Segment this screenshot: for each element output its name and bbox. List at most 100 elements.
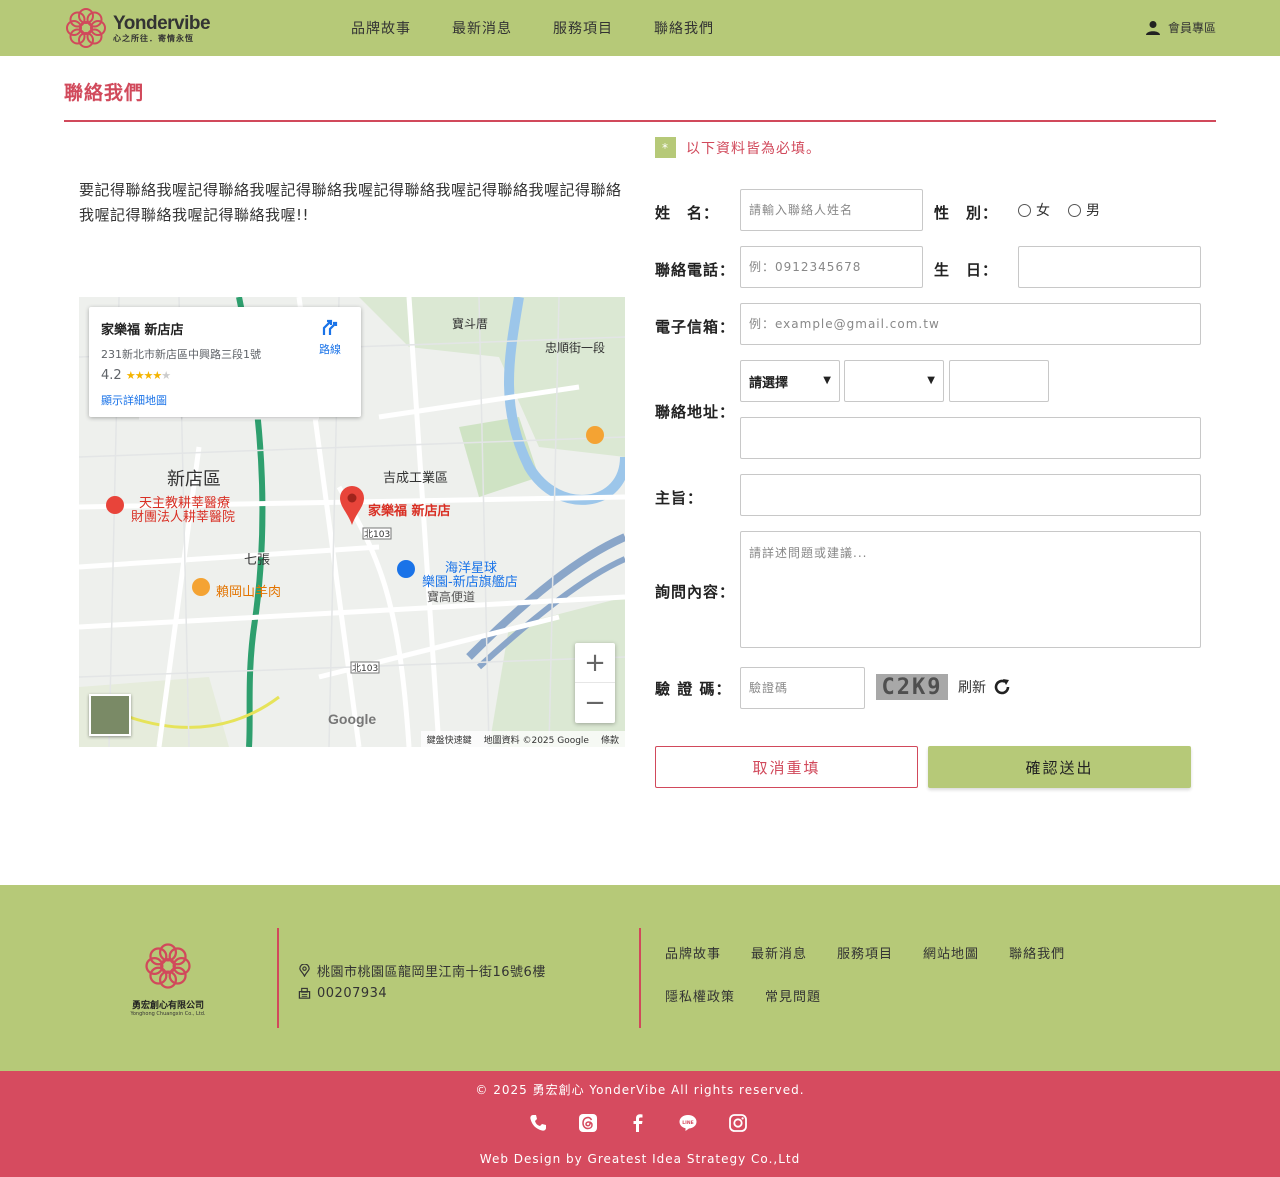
nav-services[interactable]: 服務項目 [553, 18, 613, 38]
message-textarea[interactable] [740, 531, 1201, 648]
required-note-text: 以下資料皆為必填。 [686, 140, 821, 157]
logo-name: Yondervibe [113, 12, 211, 34]
footer-tax-id: 00207934 [317, 986, 388, 1001]
place-rating: 4.2 ★★★★★ [101, 368, 349, 383]
footer-company-name-en: Yonghong Chuangxin Co., Ltd. [130, 1011, 206, 1017]
page-title: 聯絡我們 [64, 82, 145, 104]
place-address: 231新北市新店區中興路三段1號 [101, 348, 261, 361]
captcha-input[interactable] [740, 667, 865, 709]
zoom-out-button[interactable]: − [575, 683, 615, 723]
map-label: 財團法人耕莘醫院 [131, 510, 236, 525]
threads-link[interactable] [578, 1113, 598, 1133]
chevron-down-icon: ▼ [823, 375, 831, 386]
footer-link-services[interactable]: 服務項目 [837, 943, 893, 986]
directions-label: 路線 [319, 343, 341, 356]
refresh-label: 刷新 [958, 680, 986, 696]
google-logo: Google [328, 711, 377, 727]
map-label: 寶斗厝 [452, 317, 489, 331]
name-input[interactable] [740, 189, 923, 231]
footer-link-contact[interactable]: 聯絡我們 [1009, 943, 1065, 986]
map-label: 寶高便道 [427, 590, 476, 604]
member-area-link[interactable]: 會員專區 [1145, 19, 1216, 36]
phone-icon [530, 1115, 546, 1131]
footer-link-faq[interactable]: 常見問題 [765, 986, 821, 1029]
phone-link[interactable] [528, 1113, 548, 1133]
gender-radio-group: 女 男 [1018, 200, 1118, 220]
address-label: 聯絡地址： [655, 403, 736, 421]
line-link[interactable]: LINE [678, 1113, 698, 1133]
terms-link[interactable]: 條款 [601, 733, 619, 746]
location-pin-icon [299, 964, 310, 977]
footer-divider [639, 928, 641, 1028]
map-label: 七張 [244, 553, 271, 568]
submit-button[interactable]: 確認送出 [928, 746, 1191, 788]
footer-link-sitemap[interactable]: 網站地圖 [923, 943, 979, 986]
footer-link-news[interactable]: 最新消息 [751, 943, 807, 986]
rating-value: 4.2 [101, 368, 122, 383]
nav-contact[interactable]: 聯絡我們 [654, 18, 714, 38]
captcha-label: 驗 證 碼： [655, 680, 732, 698]
map-label: 忠順街一段 [545, 341, 606, 355]
satellite-toggle[interactable] [89, 694, 131, 736]
copyright-bar: © 2025 勇宏創心 YonderVibe All rights reserv… [0, 1071, 1280, 1177]
city-select[interactable]: 請選擇 ▼ [740, 360, 840, 402]
footer-link-privacy[interactable]: 隱私權政策 [665, 986, 735, 1029]
captcha-image: C2K9 [876, 674, 948, 700]
view-larger-map-link[interactable]: 顯示詳細地圖 [101, 392, 349, 408]
footer-links: 品牌故事 最新消息 服務項目 網站地圖 聯絡我們 隱私權政策 常見問題 [665, 943, 1105, 1029]
footer-address: 桃園市桃園區龍岡里江南十街16號6樓 [317, 965, 546, 980]
brand-logo[interactable]: Yondervibe 心之所往．寄情永恆 [63, 5, 213, 51]
nav-news[interactable]: 最新消息 [452, 18, 512, 38]
site-footer: 勇宏創心有限公司 Yonghong Chuangxin Co., Ltd. 桃園… [0, 885, 1280, 1071]
svg-text:LINE: LINE [682, 1120, 693, 1126]
gender-male-label: 男 [1086, 203, 1100, 219]
cancel-button[interactable]: 取消重填 [655, 746, 918, 788]
birthday-input[interactable] [1018, 246, 1201, 288]
required-star-icon: * [655, 137, 676, 158]
nav-brand-story[interactable]: 品牌故事 [351, 18, 411, 38]
map-zoom-controls: + − [575, 643, 615, 723]
google-map[interactable]: 新店區 吉成工業區 天主教耕莘醫療 財團法人耕莘醫院 七張 賴岡山羊肉 海洋星球… [79, 297, 625, 747]
zoom-in-button[interactable]: + [575, 643, 615, 683]
captcha-refresh-button[interactable]: 刷新 [958, 677, 1012, 697]
district-select[interactable]: ▼ [844, 360, 944, 402]
subject-label: 主旨： [655, 489, 704, 507]
footer-logo[interactable]: 勇宏創心有限公司 Yonghong Chuangxin Co., Ltd. [128, 940, 208, 1017]
subject-input[interactable] [740, 474, 1201, 516]
map-label: 吉成工業區 [383, 471, 449, 486]
instagram-icon [729, 1114, 747, 1132]
map-label: 北103 [364, 530, 391, 540]
directions-icon [322, 319, 338, 335]
phone-input[interactable] [740, 246, 923, 288]
rating-stars: ★★★★★ [125, 369, 171, 382]
phone-label: 聯絡電話： [655, 261, 736, 279]
facebook-icon [633, 1114, 643, 1132]
chevron-down-icon: ▼ [927, 375, 935, 386]
directions-button[interactable]: 路線 [315, 317, 345, 357]
street-address-input[interactable] [740, 417, 1201, 459]
facebook-link[interactable] [628, 1113, 648, 1133]
gender-male-radio[interactable]: 男 [1068, 200, 1100, 220]
gender-female-label: 女 [1036, 203, 1050, 219]
required-note: * 以下資料皆為必填。 [655, 137, 821, 158]
map-label: 北103 [352, 664, 379, 674]
footer-contact: 桃園市桃園區龍岡里江南十街16號6樓 00207934 [298, 959, 546, 1005]
line-icon: LINE [679, 1115, 697, 1131]
map-label: 新店區 [167, 469, 221, 490]
refresh-icon [994, 679, 1010, 695]
footer-company-name: 勇宏創心有限公司 [131, 1001, 204, 1011]
map-pin-label: 家樂福 新店店 [368, 504, 451, 519]
title-divider [64, 120, 1216, 122]
email-input[interactable] [740, 303, 1201, 345]
instagram-link[interactable] [728, 1113, 748, 1133]
email-label: 電子信箱： [655, 318, 736, 336]
design-credit: Web Design by Greatest Idea Strategy Co.… [479, 1152, 801, 1166]
social-links: LINE [528, 1113, 748, 1133]
zipcode-input[interactable] [949, 360, 1049, 402]
main-nav: 品牌故事 最新消息 服務項目 聯絡我們 [351, 0, 755, 56]
gender-female-radio[interactable]: 女 [1018, 200, 1050, 220]
logo-tagline: 心之所往．寄情永恆 [113, 33, 194, 43]
footer-link-brand-story[interactable]: 品牌故事 [665, 943, 721, 986]
member-area-label: 會員專區 [1167, 21, 1216, 35]
keyboard-shortcuts-link[interactable]: 鍵盤快速鍵 [427, 733, 472, 746]
